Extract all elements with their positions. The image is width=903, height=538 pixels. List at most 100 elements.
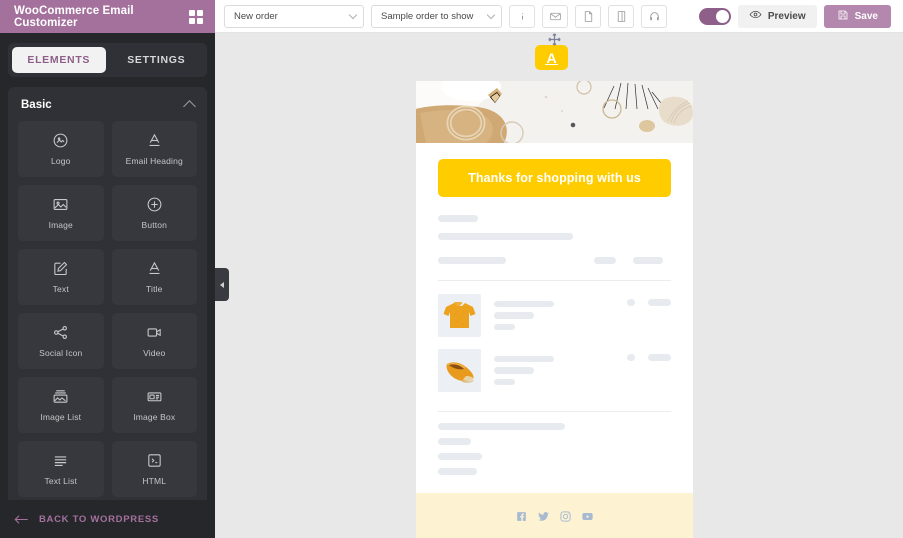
hero-image[interactable] [416,81,693,143]
email-heading-badge[interactable]: A [535,33,568,70]
skeleton-line [438,453,482,460]
element-label: Video [143,348,166,358]
video-camera-icon [146,324,163,341]
skeleton-line [438,233,573,240]
element-card-text[interactable]: Text [18,249,104,305]
info-icon[interactable] [509,4,535,28]
outro-skeleton-block [416,412,693,475]
element-card-video[interactable]: Video [111,313,197,369]
badge-underline [545,63,558,65]
skeleton-line [633,257,663,264]
skeleton-row [438,257,671,264]
element-label: Social Icon [39,348,83,358]
back-to-wordpress-link[interactable]: BACK TO WORDPRESS [0,500,215,538]
element-label: Image [48,220,73,230]
sample-order-value: Sample order to show [381,10,474,22]
image-box-icon [146,388,163,405]
chevron-up-icon[interactable] [183,100,196,113]
product-meta [494,300,614,331]
skeleton-line [438,468,477,475]
social-icons [416,510,693,528]
chevron-left-icon [220,281,224,288]
element-label: Image List [40,412,82,422]
support-headset-icon[interactable] [641,4,667,28]
element-label: HTML [142,476,167,486]
element-label: Button [141,220,167,230]
skeleton-line [494,323,515,331]
element-label: Text [52,284,69,294]
element-card-social-icon[interactable]: Social Icon [18,313,104,369]
email-document[interactable]: Thanks for shopping with us [416,81,693,538]
skeleton-line [438,257,506,264]
heading-a-icon [146,132,163,149]
element-label: Text List [44,476,78,486]
intro-skeleton-block [416,197,693,264]
section-title: Basic [21,99,52,111]
tab-settings[interactable]: SETTINGS [110,47,204,73]
chevron-down-icon [348,10,358,19]
save-disk-icon [837,9,849,24]
section-basic-header[interactable]: Basic [8,87,207,121]
skeleton-line [594,257,616,264]
sidebar: WooCommerce Email Customizer ELEMENTS SE… [0,0,215,538]
skeleton-line [438,423,565,430]
element-card-text-list[interactable]: Text List [18,441,104,497]
table-row[interactable] [438,343,671,398]
tab-elements[interactable]: ELEMENTS [12,47,106,73]
arrow-left-icon [14,514,29,525]
preview-button[interactable]: Preview [737,4,817,28]
table-row[interactable] [438,288,671,343]
app-root: WooCommerce Email Customizer ELEMENTS SE… [0,0,903,538]
product-list[interactable] [416,281,693,398]
email-preview-canvas: A Thanks for shopping with us [215,33,903,538]
image-icon [52,196,69,213]
responsive-toggle[interactable] [698,7,731,25]
orange-tshirt-photo [438,294,481,337]
twitter-icon[interactable] [537,510,550,528]
instagram-icon[interactable] [559,510,572,528]
element-card-image-box[interactable]: Image Box [111,377,197,433]
app-title: WooCommerce Email Customizer [14,4,134,29]
title-a-icon [146,260,163,277]
sidebar-tabs: ELEMENTS SETTINGS [8,43,207,77]
skeleton-line [494,355,554,363]
product-meta [494,355,614,386]
logo-image-icon [52,132,69,149]
move-arrows-icon[interactable] [547,33,562,52]
elements-grid: Logo Email Heading Image Button Text Tit… [8,121,207,500]
element-card-button[interactable]: Button [111,185,197,241]
element-label: Logo [50,156,71,166]
element-label: Image Box [133,412,176,422]
save-button[interactable]: Save [823,4,891,28]
code-terminal-icon [146,452,163,469]
page-icon[interactable] [575,4,601,28]
envelope-icon[interactable] [542,4,568,28]
element-card-image[interactable]: Image [18,185,104,241]
eye-icon [749,8,762,24]
skeleton-line [494,367,534,374]
element-card-image-list[interactable]: Image List [18,377,104,433]
grid-icon[interactable] [189,9,203,24]
duplicate-icon[interactable] [608,4,634,28]
facebook-icon[interactable] [515,510,528,528]
element-card-title[interactable]: Title [111,249,197,305]
image-list-icon [52,388,69,405]
share-nodes-icon [52,324,69,341]
skeleton-qty [627,299,635,306]
collapse-sidebar-handle[interactable] [215,268,229,301]
preview-label: Preview [767,10,806,22]
plus-circle-icon [146,196,163,213]
email-footer[interactable] [416,493,693,538]
element-card-logo[interactable]: Logo [18,121,104,177]
element-label: Title [146,284,163,294]
email-type-value: New order [234,10,278,22]
thanks-banner[interactable]: Thanks for shopping with us [438,159,671,197]
email-type-select[interactable]: New order [224,4,364,28]
element-card-html[interactable]: HTML [111,441,197,497]
skeleton-price [648,354,671,361]
skeleton-line [494,378,515,386]
youtube-icon[interactable] [581,510,594,528]
element-card-email-heading[interactable]: Email Heading [111,121,197,177]
banner-wrap: Thanks for shopping with us [416,143,693,197]
sample-order-select[interactable]: Sample order to show [371,4,502,28]
